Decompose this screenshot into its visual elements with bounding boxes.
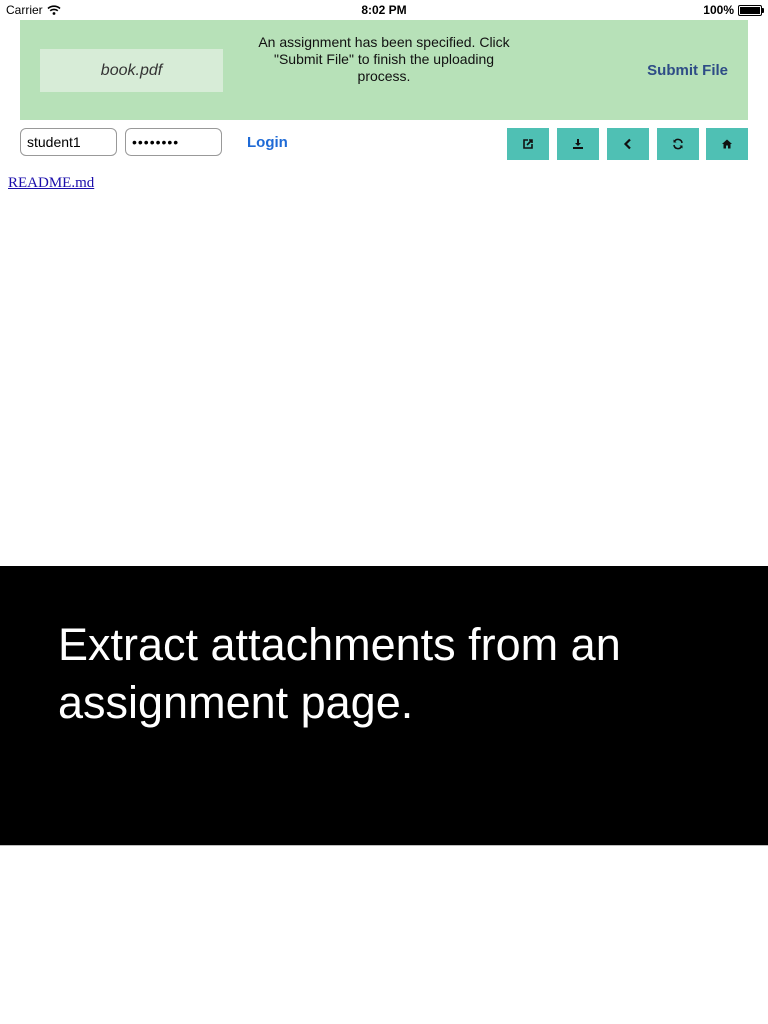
divider	[0, 845, 768, 846]
refresh-icon	[673, 138, 683, 150]
share-icon	[523, 139, 533, 149]
assignment-message: An assignment has been specified. Click …	[258, 34, 510, 84]
download-button[interactable]	[557, 128, 599, 160]
readme-link[interactable]: README.md	[8, 175, 94, 192]
assignment-banner: book.pdf An assignment has been specifie…	[20, 20, 748, 120]
submit-file-button[interactable]: Submit File	[647, 62, 728, 79]
login-toolbar-row: Login	[20, 128, 748, 160]
home-button[interactable]	[706, 128, 748, 160]
share-button[interactable]	[507, 128, 549, 160]
status-bar: Carrier 8:02 PM 100%	[0, 0, 768, 20]
selected-file-name: book.pdf	[40, 49, 223, 92]
clock: 8:02 PM	[361, 3, 407, 17]
download-icon	[573, 139, 583, 149]
battery-area: 100%	[703, 3, 764, 17]
caption-text: Extract attachments from an assignment p…	[58, 619, 621, 728]
home-icon	[722, 139, 732, 149]
battery-percent: 100%	[703, 3, 734, 17]
login-button[interactable]: Login	[247, 134, 288, 151]
refresh-button[interactable]	[657, 128, 699, 160]
caption-panel: Extract attachments from an assignment p…	[0, 566, 768, 845]
back-button[interactable]	[607, 128, 649, 160]
username-field[interactable]	[20, 128, 117, 156]
password-field[interactable]	[125, 128, 222, 156]
battery-icon	[738, 4, 764, 16]
back-icon	[623, 138, 631, 150]
